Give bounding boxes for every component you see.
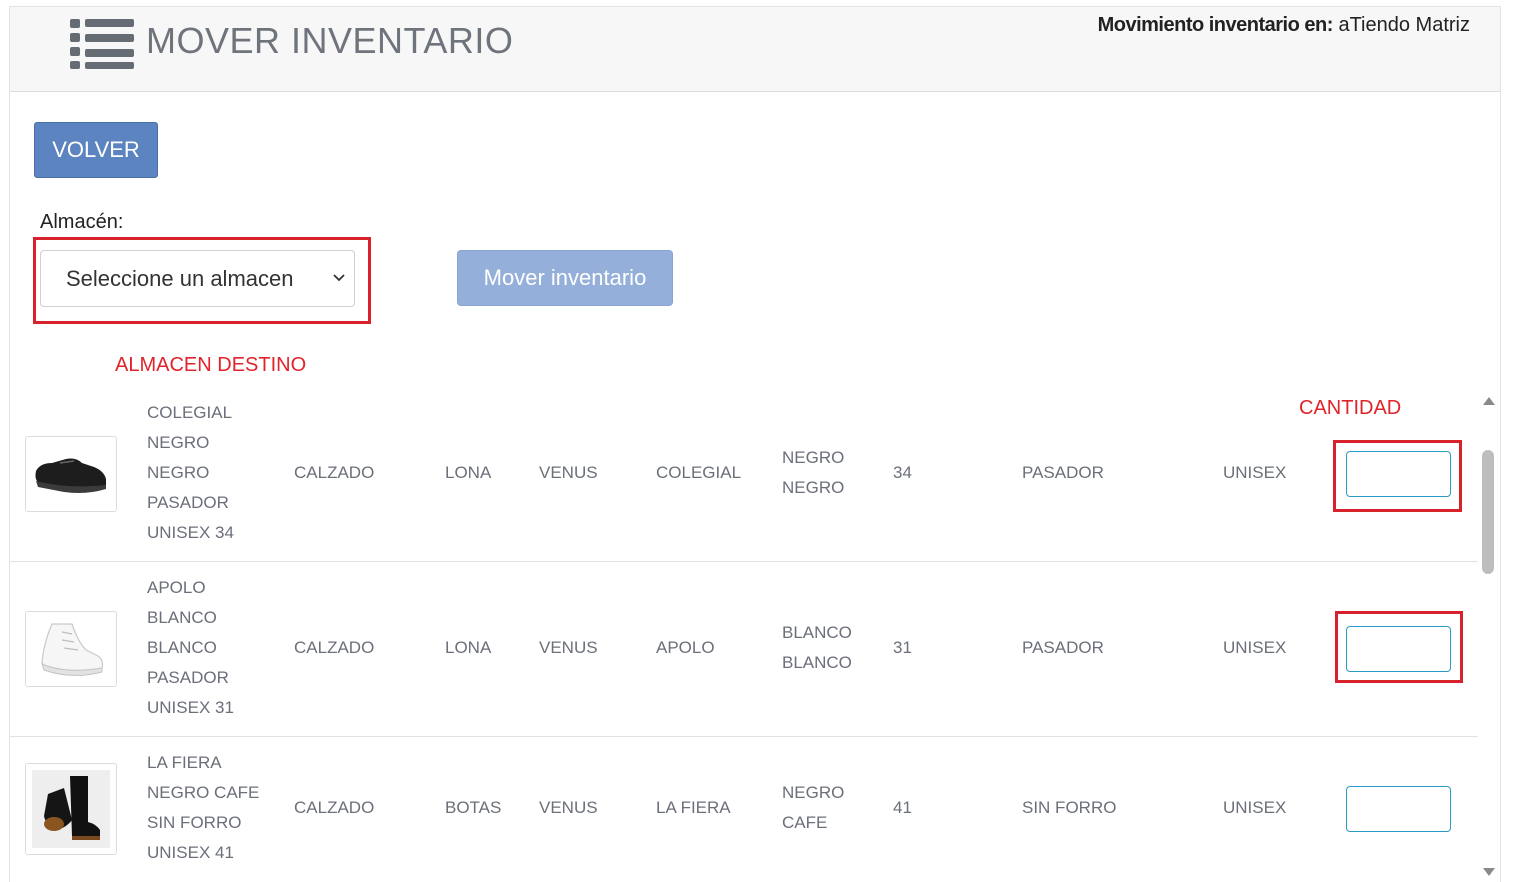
move-inventory-button[interactable]: Mover inventario <box>457 250 673 306</box>
quantity-input[interactable] <box>1346 786 1451 832</box>
product-description: COLEGIAL NEGRO NEGRO PASADOR UNISEX 34 <box>147 403 234 542</box>
page-title: MOVER INVENTARIO <box>146 20 514 61</box>
black-sneaker-image <box>25 436 117 512</box>
product-size: 34 <box>893 463 912 482</box>
product-color: NEGRO CAFE <box>782 783 845 832</box>
table-row: COLEGIAL NEGRO NEGRO PASADOR UNISEX 34 C… <box>10 389 1478 562</box>
product-size: 31 <box>893 638 912 657</box>
product-color: NEGRO NEGRO <box>782 448 845 497</box>
white-high-top-image <box>25 611 117 687</box>
product-category: CALZADO <box>294 638 375 657</box>
product-description: LA FIERA NEGRO CAFE SIN FORRO UNISEX 41 <box>147 753 260 862</box>
product-model: LA FIERA <box>656 798 731 817</box>
product-brand: VENUS <box>539 463 598 482</box>
product-category: CALZADO <box>294 463 375 482</box>
product-model: APOLO <box>656 638 715 657</box>
product-color: BLANCO BLANCO <box>782 623 852 672</box>
destination-annotation: ALMACEN DESTINO <box>115 354 307 376</box>
scroll-up-icon[interactable] <box>1482 396 1496 406</box>
product-brand: VENUS <box>539 798 598 817</box>
warehouse-label: Almacén: <box>40 211 124 233</box>
product-closure: SIN FORRO <box>1022 798 1117 817</box>
context-label: Movimiento inventario en: <box>1097 14 1334 36</box>
black-boots-image <box>25 763 117 855</box>
product-table: COLEGIAL NEGRO NEGRO PASADOR UNISEX 34 C… <box>10 389 1478 882</box>
product-closure: PASADOR <box>1022 463 1104 482</box>
quantity-highlight-box <box>1335 611 1463 683</box>
scrollbar-thumb[interactable] <box>1482 450 1494 574</box>
table-row: LA FIERA NEGRO CAFE SIN FORRO UNISEX 41 … <box>10 737 1478 882</box>
warehouse-highlight-box <box>33 237 371 324</box>
product-gender: UNISEX <box>1223 463 1287 482</box>
inventory-context: Movimiento inventario en: aTiendo Matriz <box>1098 14 1470 37</box>
quantity-highlight-box <box>1333 440 1462 512</box>
product-material: BOTAS <box>445 798 502 817</box>
product-model: COLEGIAL <box>656 463 742 482</box>
product-size: 41 <box>893 798 912 817</box>
product-gender: UNISEX <box>1223 798 1287 817</box>
list-icon[interactable] <box>70 17 134 69</box>
context-store: aTiendo Matriz <box>1338 14 1470 36</box>
product-material: LONA <box>445 638 492 657</box>
product-closure: PASADOR <box>1022 638 1104 657</box>
product-category: CALZADO <box>294 798 375 817</box>
page-header: MOVER INVENTARIO Movimiento inventario e… <box>10 7 1500 92</box>
back-button[interactable]: VOLVER <box>34 122 158 178</box>
product-description: APOLO BLANCO BLANCO PASADOR UNISEX 31 <box>147 578 234 717</box>
table-scrollbar[interactable] <box>1478 389 1500 882</box>
scroll-down-icon[interactable] <box>1482 867 1496 877</box>
table-row: APOLO BLANCO BLANCO PASADOR UNISEX 31 CA… <box>10 562 1478 737</box>
product-brand: VENUS <box>539 638 598 657</box>
product-material: LONA <box>445 463 492 482</box>
product-gender: UNISEX <box>1223 638 1287 657</box>
